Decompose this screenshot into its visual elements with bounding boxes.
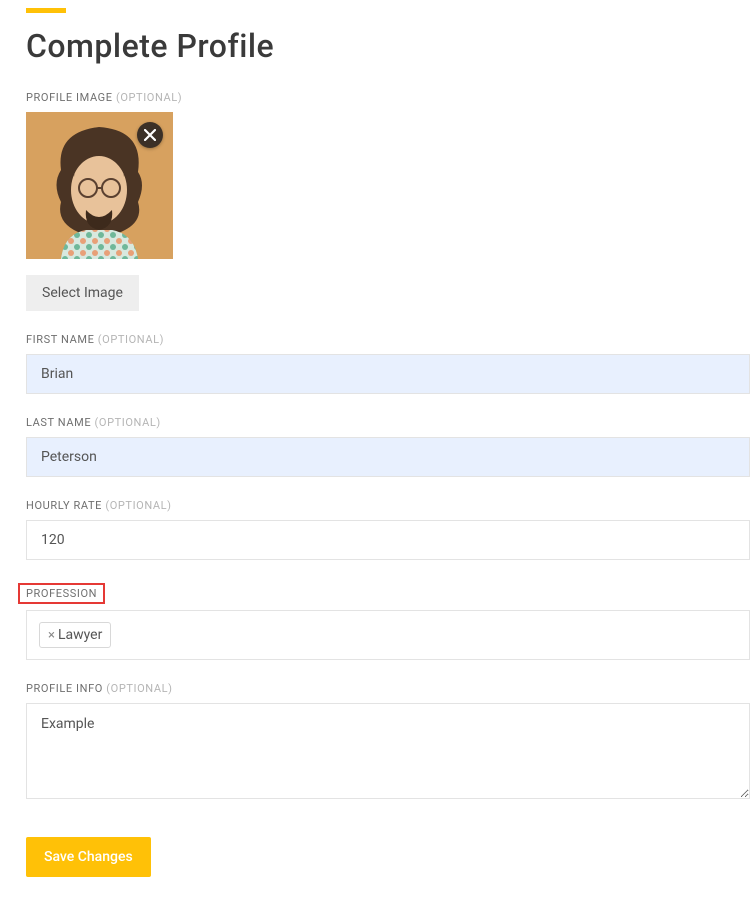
profession-section: PROFESSION ×Lawyer bbox=[26, 582, 750, 660]
optional-suffix: (OPTIONAL) bbox=[116, 91, 182, 104]
first-name-input[interactable] bbox=[26, 354, 750, 394]
page-title: Complete Profile bbox=[26, 27, 750, 65]
label-text: HOURLY RATE bbox=[26, 499, 102, 512]
accent-bar bbox=[26, 8, 66, 13]
profile-image-section: PROFILE IMAGE (OPTIONAL) bbox=[26, 91, 750, 311]
tag-label: Lawyer bbox=[58, 627, 102, 643]
label-text: PROFILE IMAGE bbox=[26, 91, 113, 104]
profession-label-highlight: PROFESSION bbox=[18, 583, 105, 604]
close-icon bbox=[144, 129, 156, 141]
label-text: PROFILE INFO bbox=[26, 682, 103, 695]
hourly-rate-label: HOURLY RATE (OPTIONAL) bbox=[26, 499, 750, 512]
profile-info-section: PROFILE INFO (OPTIONAL) bbox=[26, 682, 750, 803]
optional-suffix: (OPTIONAL) bbox=[95, 416, 161, 429]
profile-info-textarea[interactable] bbox=[26, 703, 750, 799]
label-text: LAST NAME bbox=[26, 416, 91, 429]
first-name-section: FIRST NAME (OPTIONAL) bbox=[26, 333, 750, 394]
profile-image-label: PROFILE IMAGE (OPTIONAL) bbox=[26, 91, 750, 104]
tag-remove-icon[interactable]: × bbox=[48, 628, 55, 643]
profile-image-container bbox=[26, 112, 173, 259]
profession-label: PROFESSION bbox=[26, 587, 97, 600]
profile-info-label: PROFILE INFO (OPTIONAL) bbox=[26, 682, 750, 695]
last-name-label: LAST NAME (OPTIONAL) bbox=[26, 416, 750, 429]
last-name-section: LAST NAME (OPTIONAL) bbox=[26, 416, 750, 477]
last-name-input[interactable] bbox=[26, 437, 750, 477]
optional-suffix: (OPTIONAL) bbox=[98, 333, 164, 346]
label-text: PROFESSION bbox=[26, 587, 97, 600]
profession-input[interactable]: ×Lawyer bbox=[26, 610, 750, 660]
optional-suffix: (OPTIONAL) bbox=[106, 682, 172, 695]
optional-suffix: (OPTIONAL) bbox=[105, 499, 171, 512]
label-text: FIRST NAME bbox=[26, 333, 94, 346]
save-changes-button[interactable]: Save Changes bbox=[26, 837, 151, 877]
profession-tag: ×Lawyer bbox=[39, 622, 111, 648]
first-name-label: FIRST NAME (OPTIONAL) bbox=[26, 333, 750, 346]
select-image-button[interactable]: Select Image bbox=[26, 275, 139, 311]
hourly-rate-input[interactable] bbox=[26, 520, 750, 560]
remove-image-button[interactable] bbox=[137, 122, 163, 148]
hourly-rate-section: HOURLY RATE (OPTIONAL) bbox=[26, 499, 750, 560]
